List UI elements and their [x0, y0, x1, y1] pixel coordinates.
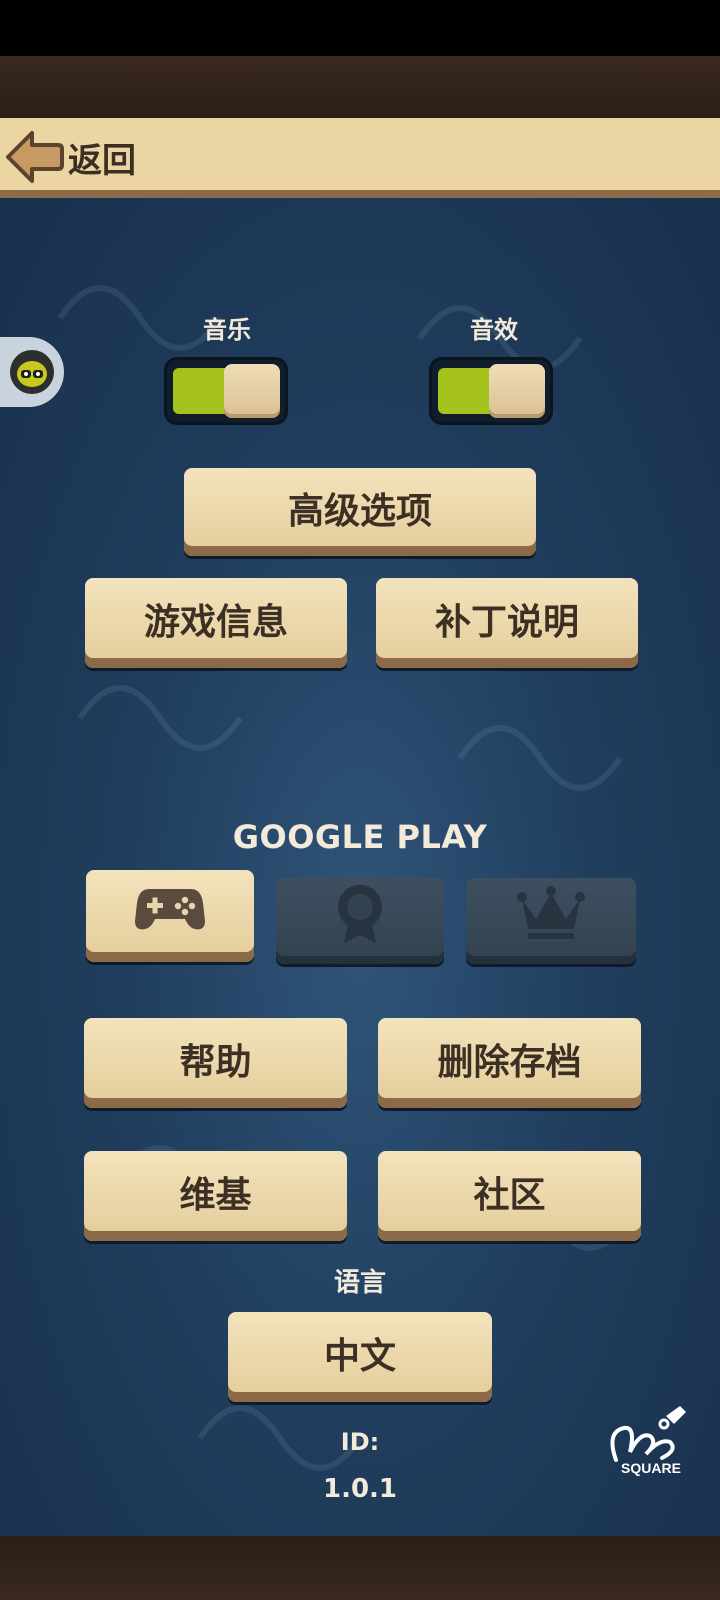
leaderboard-crown-icon [516, 885, 586, 950]
back-button[interactable]: 返回 [4, 126, 136, 188]
bee-square-logo: SQUARE [606, 1402, 696, 1482]
advanced-options-button[interactable]: 高级选项 [184, 468, 536, 556]
music-toggle[interactable] [167, 360, 285, 422]
google-play-games-button[interactable] [86, 870, 254, 962]
gamepad-icon [135, 883, 205, 942]
language-label: 语言 [333, 1268, 386, 1298]
sfx-label: 音效 [470, 316, 518, 344]
achievement-badge-icon [330, 881, 390, 954]
leaderboards-button[interactable] [466, 878, 636, 964]
mascot-icon [10, 350, 54, 394]
community-button[interactable]: 社区 [378, 1151, 641, 1241]
wood-frame-top [0, 56, 720, 118]
patch-notes-button[interactable]: 补丁说明 [376, 578, 638, 668]
achievements-button[interactable] [276, 878, 444, 964]
wood-frame-bottom [0, 1536, 720, 1600]
language-button[interactable]: 中文 [228, 1312, 492, 1402]
sfx-toggle-knob [489, 364, 545, 418]
wiki-button[interactable]: 维基 [84, 1151, 347, 1241]
delete-save-button[interactable]: 删除存档 [378, 1018, 641, 1108]
music-label: 音乐 [203, 316, 251, 344]
header-bar: 返回 [0, 118, 720, 198]
brand-text: SQUARE [621, 1460, 681, 1476]
status-bar [0, 0, 720, 56]
game-info-button[interactable]: 游戏信息 [85, 578, 347, 668]
help-button[interactable]: 帮助 [84, 1018, 347, 1108]
google-play-title: GOOGLE PLAY [232, 818, 488, 856]
music-toggle-knob [224, 364, 280, 418]
back-arrow-icon [4, 127, 64, 187]
back-label: 返回 [68, 140, 136, 181]
sfx-toggle[interactable] [432, 360, 550, 422]
